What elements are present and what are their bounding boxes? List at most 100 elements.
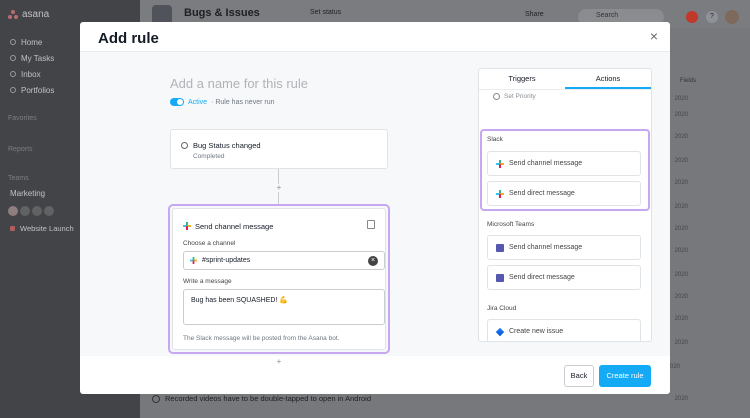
- asana-logo-icon: [8, 10, 18, 19]
- asana-logo-text: asana: [22, 9, 50, 20]
- channel-input[interactable]: #sprint-updates ×: [183, 251, 385, 270]
- channel-value: #sprint-updates: [202, 257, 251, 264]
- status-circle-icon: [181, 142, 188, 149]
- tab-triggers[interactable]: Triggers: [479, 69, 565, 89]
- task-date: 2020: [674, 294, 688, 300]
- task-date: 2020: [674, 316, 688, 322]
- option-label: Send direct message: [509, 274, 575, 281]
- task-row[interactable]: Recorded videos have to be double-tapped…: [152, 394, 371, 403]
- task-date: 2020: [674, 248, 688, 254]
- trigger-card[interactable]: Bug Status changed Completed: [170, 129, 388, 169]
- avatar: [20, 206, 30, 216]
- jira-create-new-issue-option[interactable]: Create new issue: [487, 319, 641, 341]
- message-textarea[interactable]: Bug has been SQUASHED! 💪: [183, 289, 385, 325]
- choose-channel-label: Choose a channel: [183, 240, 236, 247]
- column-header-partial: Fields: [680, 78, 697, 84]
- sidebar-section-favorites[interactable]: Favorites: [8, 115, 37, 122]
- slack-send-channel-message-option[interactable]: Send channel message: [487, 151, 641, 176]
- sidebar-item-label: My Tasks: [21, 53, 55, 63]
- project-color-icon: [10, 226, 15, 231]
- jira-icon: [495, 327, 505, 337]
- avatar: [44, 206, 54, 216]
- slack-icon: [496, 190, 504, 198]
- sidebar-item-label: Inbox: [21, 69, 41, 79]
- asana-logo[interactable]: asana: [8, 9, 49, 20]
- modal-body: Add a name for this rule Active · Rule h…: [80, 51, 670, 366]
- check-circle-icon: [10, 55, 16, 61]
- write-message-label: Write a message: [183, 278, 232, 285]
- task-name: Recorded videos have to be double-tapped…: [165, 394, 371, 403]
- add-action-icon[interactable]: +: [275, 358, 283, 366]
- slack-icon: [183, 222, 191, 230]
- active-status-row: Active · Rule has never run: [170, 98, 274, 106]
- task-date: 2020: [674, 226, 688, 232]
- avatar: [32, 206, 42, 216]
- teams-send-channel-message-option[interactable]: Send channel message: [487, 235, 641, 260]
- clear-icon[interactable]: ×: [368, 256, 378, 266]
- modal-title: Add rule: [98, 30, 159, 47]
- share-button[interactable]: Share: [525, 11, 544, 18]
- active-label: Active: [188, 98, 208, 106]
- trigger-subtitle: Completed: [193, 153, 225, 160]
- trigger-title: Bug Status changed: [193, 141, 261, 150]
- rule-name-input[interactable]: Add a name for this rule: [170, 76, 308, 91]
- slack-send-direct-message-option[interactable]: Send direct message: [487, 181, 641, 206]
- create-rule-button[interactable]: Create rule: [599, 365, 651, 387]
- sidebar-item-label: Portfolios: [21, 85, 55, 95]
- option-label: Send channel message: [509, 244, 583, 251]
- set-status-button[interactable]: Set status: [310, 9, 341, 16]
- action-card: Send channel message Choose a channel #s…: [168, 204, 390, 354]
- add-step-icon[interactable]: +: [275, 184, 283, 192]
- team-avatars[interactable]: [8, 206, 54, 216]
- action-card-inner: Send channel message Choose a channel #s…: [172, 208, 386, 350]
- project-title[interactable]: Bugs & Issues: [184, 7, 260, 19]
- sidebar-item-portfolios[interactable]: Portfolios: [10, 82, 54, 98]
- help-icon[interactable]: ?: [706, 11, 718, 23]
- tab-actions[interactable]: Actions: [565, 69, 651, 89]
- task-date: 2020: [674, 396, 688, 402]
- sidebar-item-label: Website Launch: [20, 224, 74, 233]
- add-rule-modal: Add rule × Add a name for this rule Acti…: [80, 22, 670, 394]
- option-label: Send direct message: [509, 190, 575, 197]
- sidebar-item-my-tasks[interactable]: My Tasks: [10, 50, 54, 66]
- sidebar-section-teams[interactable]: Teams: [8, 175, 29, 182]
- option-label: Create new issue: [509, 328, 564, 335]
- slack-icon: [190, 257, 197, 264]
- active-toggle[interactable]: [170, 98, 184, 106]
- sidebar-item-home[interactable]: Home: [10, 34, 54, 50]
- back-button[interactable]: Back: [564, 365, 594, 387]
- section-title-jira-cloud: Jira Cloud: [487, 305, 517, 312]
- sidebar-section-reports[interactable]: Reports: [8, 146, 33, 153]
- task-date: 2020: [674, 204, 688, 210]
- sidebar-team-marketing[interactable]: Marketing: [10, 189, 45, 198]
- home-icon: [10, 39, 16, 45]
- teams-send-direct-message-option[interactable]: Send direct message: [487, 265, 641, 290]
- trash-icon[interactable]: [367, 220, 375, 229]
- microsoft-teams-icon: [496, 274, 504, 282]
- rule-run-status: · Rule has never run: [211, 98, 275, 106]
- section-title-microsoft-teams: Microsoft Teams: [487, 221, 535, 228]
- sidebar-nav: Home My Tasks Inbox Portfolios: [10, 34, 54, 98]
- task-date: 2020: [674, 96, 688, 102]
- close-icon[interactable]: ×: [650, 28, 658, 44]
- avatar[interactable]: [725, 10, 739, 24]
- bot-note: The Slack message will be posted from th…: [183, 335, 340, 342]
- task-date: 2020: [674, 112, 688, 118]
- task-date: 2020: [674, 180, 688, 186]
- quick-add-icon[interactable]: [686, 11, 698, 23]
- sidebar-item-label: Home: [21, 37, 43, 47]
- option-label: Send channel message: [509, 160, 583, 167]
- sidebar-item-inbox[interactable]: Inbox: [10, 66, 54, 82]
- task-date: 2020: [674, 340, 688, 346]
- actions-panel: Triggers Actions Set Priority Slack Send…: [478, 68, 652, 342]
- complete-task-icon[interactable]: [152, 394, 160, 403]
- panel-tabs: Triggers Actions: [479, 69, 651, 90]
- bell-icon: [10, 71, 16, 77]
- priority-icon: [493, 93, 500, 100]
- slack-icon: [496, 160, 504, 168]
- option-label: Set Priority: [504, 93, 536, 100]
- sidebar-project-website-launch[interactable]: Website Launch: [10, 224, 74, 233]
- action-option-set-priority[interactable]: Set Priority: [493, 93, 536, 100]
- task-date: 2020: [674, 158, 688, 164]
- microsoft-teams-icon: [496, 244, 504, 252]
